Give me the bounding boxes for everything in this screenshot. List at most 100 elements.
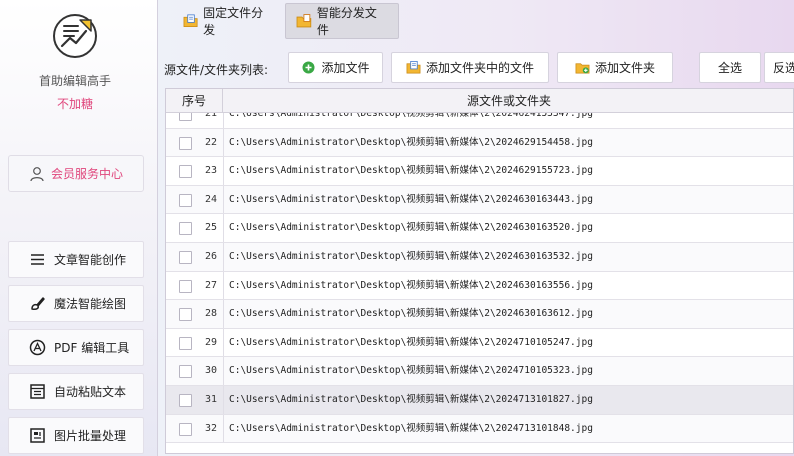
row-checkbox[interactable] [179, 308, 192, 322]
paste-icon [30, 384, 45, 399]
add-folder-files-button[interactable]: 添加文件夹中的文件 [391, 52, 549, 83]
row-path: C:\Users\Administrator\Desktop\视频剪辑\新媒体\… [229, 308, 593, 320]
brush-icon [31, 297, 45, 310]
select-all-label: 全选 [717, 61, 742, 75]
table-row[interactable]: 22 C:\Users\Administrator\Desktop\视频剪辑\新媒… [166, 128, 793, 158]
file-table: 序号 源文件或文件夹 21 C:\Users\Administrator\Desk… [165, 88, 794, 454]
nav-article-creation[interactable]: 文章智能创作 [8, 241, 144, 278]
user-icon [30, 166, 44, 181]
row-index: 30 [204, 365, 217, 377]
tab-label: 固定文件分发 [203, 6, 264, 37]
tab-smart-distribution[interactable]: 智能分发文件 [285, 3, 399, 39]
row-path: C:\Users\Administrator\Desktop\视频剪辑\新媒体\… [229, 365, 593, 377]
table-row[interactable]: 32 C:\Users\Administrator\Desktop\视频剪辑\新媒… [166, 414, 793, 444]
add-file-label: 添加文件 [321, 61, 370, 75]
column-divider [223, 328, 224, 357]
add-file-button[interactable]: 添加文件 [288, 52, 383, 83]
invert-selection-button[interactable]: 反选 [764, 52, 794, 83]
source-list-label: 源文件/文件夹列表: [164, 63, 269, 77]
column-divider [223, 157, 224, 185]
nav-auto-paste[interactable]: 自动粘贴文本 [8, 373, 144, 410]
table-header: 序号 源文件或文件夹 [166, 89, 793, 113]
table-row[interactable]: 29 C:\Users\Administrator\Desktop\视频剪辑\新媒… [166, 328, 793, 358]
main-panel: 固定文件分发 智能分发文件 源文件/文件夹列表: 添加文件 添加文件夹中的文件 … [158, 0, 794, 456]
add-folder-button[interactable]: 添加文件夹 [557, 52, 673, 83]
table-row[interactable]: 31 C:\Users\Administrator\Desktop\视频剪辑\新媒… [166, 385, 793, 415]
row-checkbox[interactable] [179, 113, 192, 121]
tab-fixed-distribution[interactable]: 固定文件分发 [172, 3, 282, 39]
row-path: C:\Users\Administrator\Desktop\视频剪辑\新媒体\… [229, 250, 593, 262]
row-path: C:\Users\Administrator\Desktop\视频剪辑\新媒体\… [229, 336, 593, 348]
column-divider [223, 113, 224, 128]
column-header-path: 源文件或文件夹 [466, 94, 551, 108]
row-checkbox[interactable] [179, 193, 192, 207]
row-index: 21 [204, 113, 217, 119]
add-folder-files-label: 添加文件夹中的文件 [425, 61, 534, 75]
row-path: C:\Users\Administrator\Desktop\视频剪辑\新媒体\… [229, 165, 593, 177]
tab-label: 智能分发文件 [316, 6, 377, 37]
row-checkbox[interactable] [179, 136, 192, 150]
row-path: C:\Users\Administrator\Desktop\视频剪辑\新媒体\… [229, 193, 593, 205]
select-all-button[interactable]: 全选 [699, 52, 761, 83]
row-index: 31 [204, 393, 217, 405]
nav-label: 魔法智能绘图 [54, 297, 127, 311]
add-folder-label: 添加文件夹 [594, 61, 655, 75]
folder-add-icon [575, 63, 590, 74]
column-divider [223, 300, 224, 328]
row-index: 22 [204, 136, 217, 148]
row-index: 24 [204, 193, 217, 205]
row-checkbox[interactable] [179, 165, 192, 179]
invert-selection-label: 反选 [773, 61, 794, 75]
member-service-label: 会员服务中心 [50, 167, 123, 181]
table-row[interactable]: 26 C:\Users\Administrator\Desktop\视频剪辑\新媒… [166, 242, 793, 272]
table-row[interactable]: 27 C:\Users\Administrator\Desktop\视频剪辑\新媒… [166, 271, 793, 301]
table-row[interactable]: 21 C:\Users\Administrator\Desktop\视频剪辑\新媒… [166, 113, 793, 129]
row-checkbox[interactable] [179, 336, 192, 350]
folder-doc-icon [406, 60, 421, 74]
column-header-index: 序号 [166, 89, 223, 113]
nav-pdf-tools[interactable]: PDF 编辑工具 [8, 329, 144, 366]
nav-magic-drawing[interactable]: 魔法智能绘图 [8, 285, 144, 322]
row-path: C:\Users\Administrator\Desktop\视频剪辑\新媒体\… [229, 422, 593, 434]
table-row[interactable]: 28 C:\Users\Administrator\Desktop\视频剪辑\新媒… [166, 300, 793, 329]
logo-icon [53, 14, 97, 58]
sidebar: 首助编辑高手 不加糖 会员服务中心 文章智能创作 魔法智能绘图 PDF 编辑工具… [0, 0, 158, 456]
row-path: C:\Users\Administrator\Desktop\视频剪辑\新媒体\… [229, 222, 593, 234]
nav-label: PDF 编辑工具 [54, 341, 130, 355]
add-circle-icon [302, 61, 315, 74]
row-index: 23 [204, 165, 217, 177]
folder-doc-icon [183, 14, 198, 28]
row-path: C:\Users\Administrator\Desktop\视频剪辑\新媒体\… [229, 136, 593, 148]
column-divider [223, 271, 224, 300]
column-divider [223, 185, 224, 214]
table-row[interactable]: 23 C:\Users\Administrator\Desktop\视频剪辑\新媒… [166, 157, 793, 186]
column-divider [223, 414, 224, 443]
nav-image-batch[interactable]: 图片批量处理 [8, 417, 144, 454]
table-rows: 21 C:\Users\Administrator\Desktop\视频剪辑\新媒… [166, 113, 793, 444]
row-checkbox[interactable] [179, 393, 192, 407]
table-row[interactable]: 25 C:\Users\Administrator\Desktop\视频剪辑\新媒… [166, 214, 793, 243]
member-service-button[interactable]: 会员服务中心 [8, 155, 144, 192]
row-checkbox[interactable] [179, 365, 192, 379]
column-divider [223, 357, 224, 385]
table-row[interactable]: 24 C:\Users\Administrator\Desktop\视频剪辑\新媒… [166, 185, 793, 215]
row-checkbox[interactable] [179, 222, 192, 236]
table-row[interactable]: 30 C:\Users\Administrator\Desktop\视频剪辑\新媒… [166, 357, 793, 386]
column-divider [223, 242, 224, 271]
row-path: C:\Users\Administrator\Desktop\视频剪辑\新媒体\… [229, 279, 593, 291]
app-subtitle: 不加糖 [56, 97, 93, 111]
row-index: 25 [204, 222, 217, 234]
column-divider [223, 128, 224, 157]
table-body[interactable]: 21 C:\Users\Administrator\Desktop\视频剪辑\新媒… [166, 113, 793, 453]
row-checkbox[interactable] [179, 279, 192, 293]
nav-label: 图片批量处理 [54, 429, 127, 443]
row-index: 27 [204, 279, 217, 291]
row-checkbox[interactable] [179, 250, 192, 264]
app-name: 首助编辑高手 [38, 74, 111, 88]
folder-doc-icon [296, 14, 312, 28]
nav-label: 文章智能创作 [54, 253, 127, 267]
row-index: 28 [204, 308, 217, 320]
row-checkbox[interactable] [179, 422, 192, 436]
row-path: C:\Users\Administrator\Desktop\视频剪辑\新媒体\… [229, 113, 593, 119]
row-path: C:\Users\Administrator\Desktop\视频剪辑\新媒体\… [229, 393, 593, 405]
